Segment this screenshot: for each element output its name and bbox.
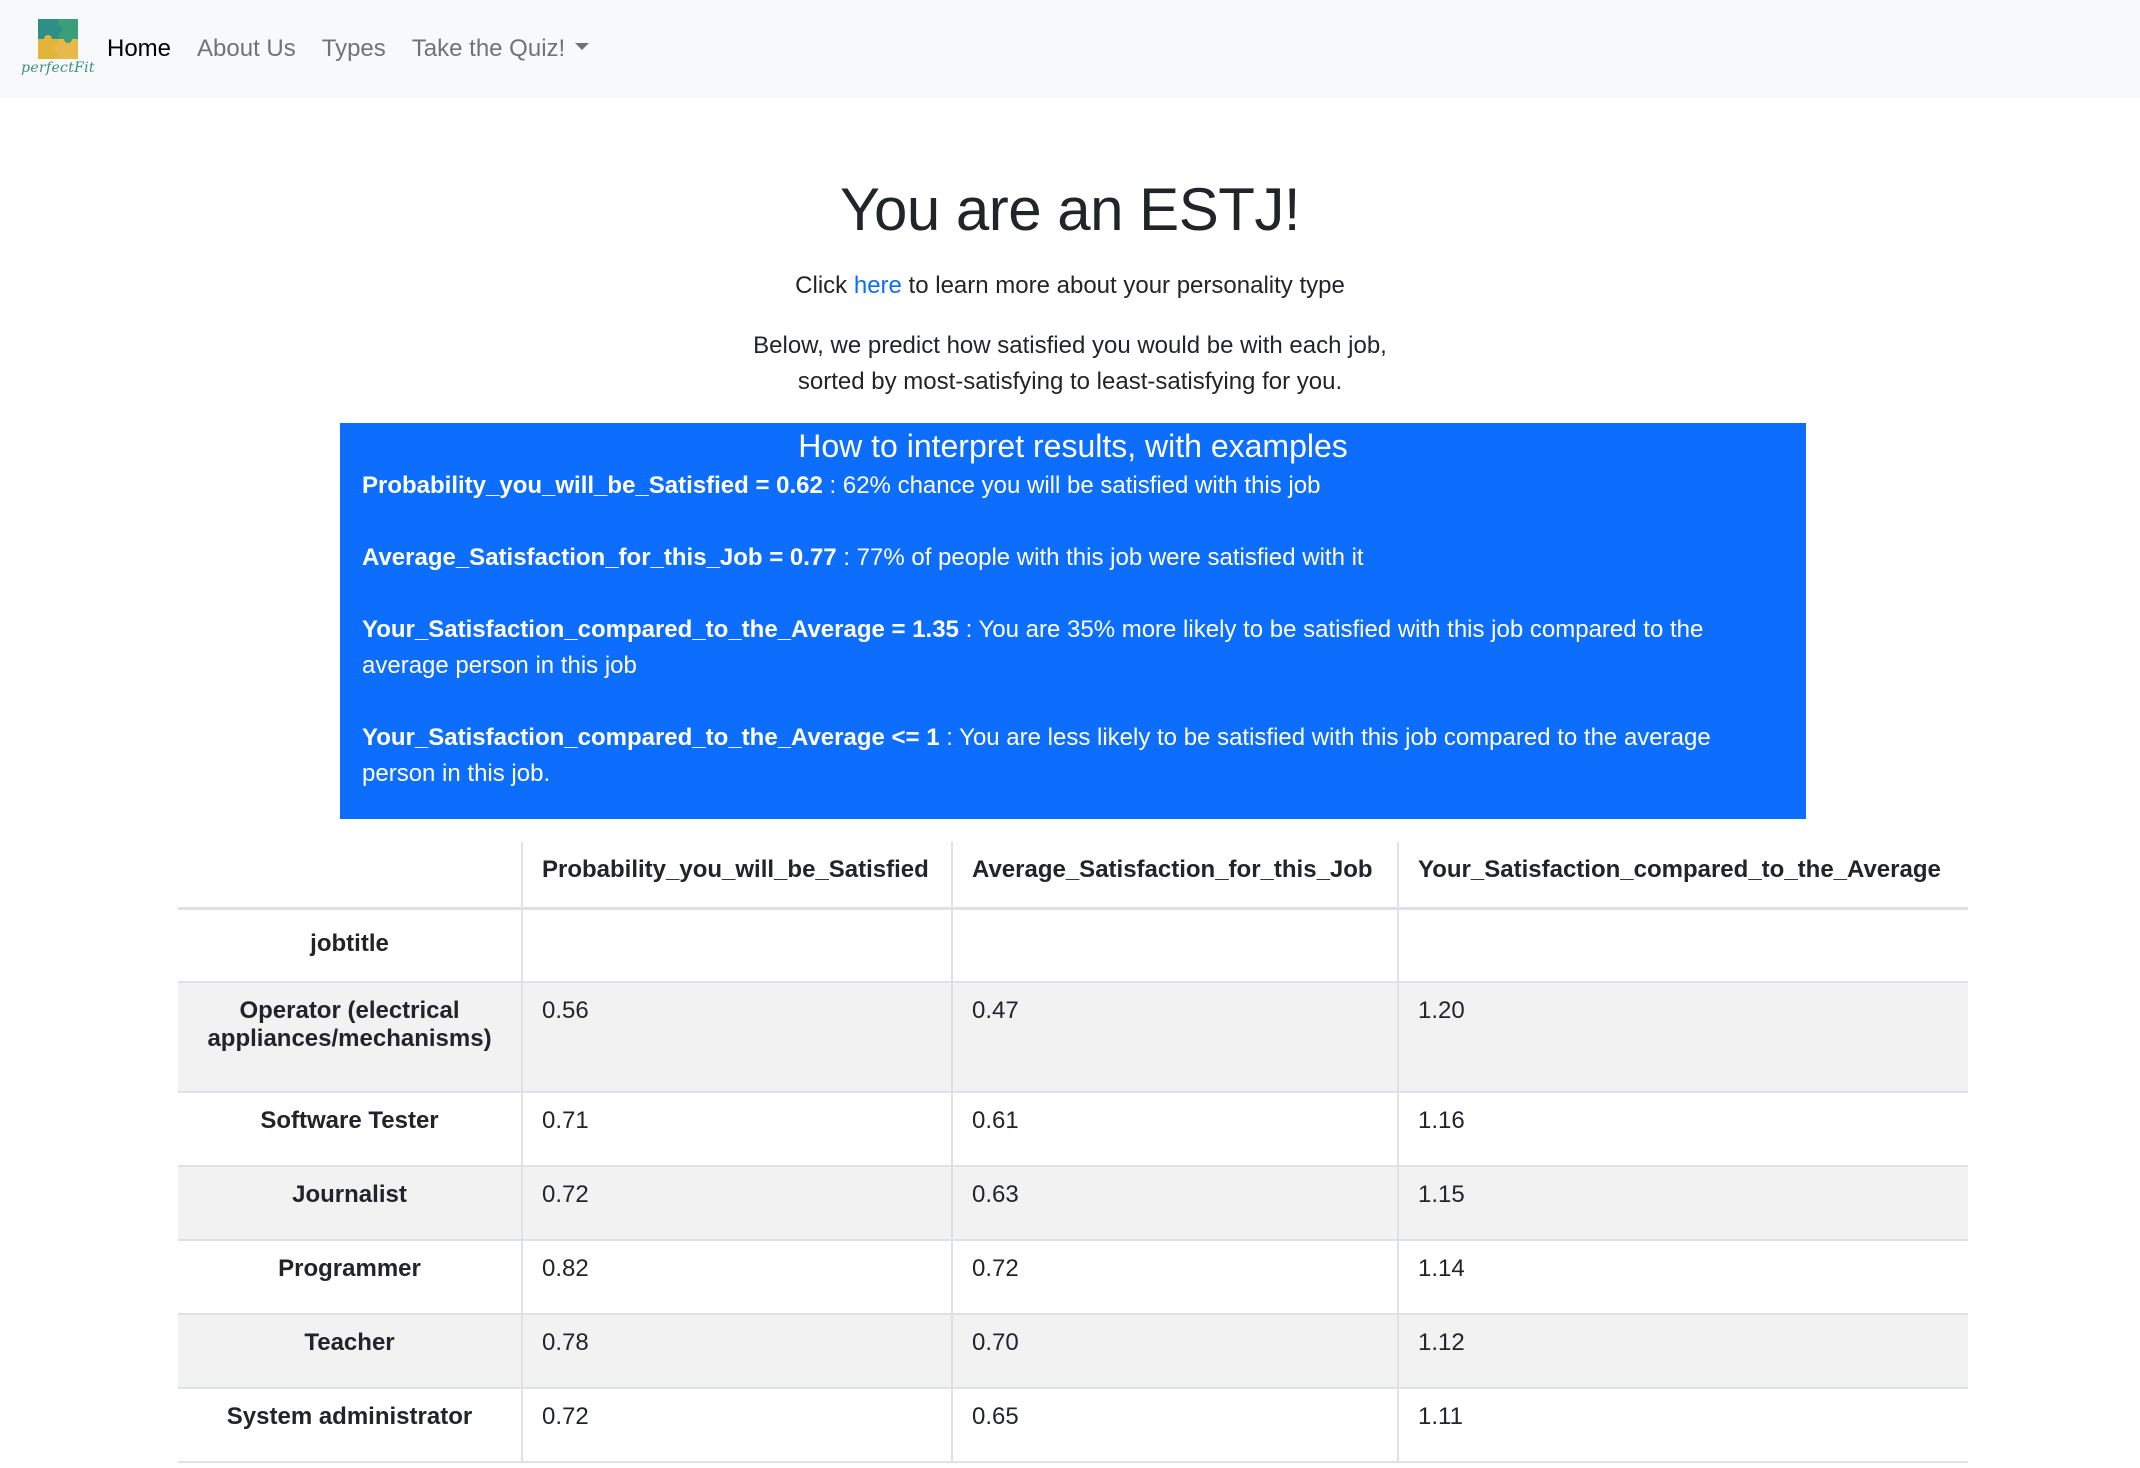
learn-more-suffix: to learn more about your personality typ… [901,272,1345,299]
table-cell: 1.14 [1397,1240,1968,1315]
interpretation-explanation: : 62% chance you will be satisfied with … [822,472,1321,499]
column-header: Average_Satisfaction_for_this_Job [951,842,1398,910]
empty-header-cell [1397,908,1968,983]
table-cell: 0.78 [521,1314,952,1389]
table-cell: 1.12 [1397,1314,1968,1389]
table-cell: 0.61 [951,1092,1398,1167]
row-job-title: Teacher [178,1314,522,1389]
caret-down-icon [575,43,590,50]
interpretation-heading: How to interpret results, with examples [798,428,1348,464]
row-job-title: Software Tester [178,1092,522,1167]
table-cell: 0.71 [521,1092,952,1167]
nav-about-us[interactable]: About Us [197,34,296,64]
table-header-row: Probability_you_will_be_Satisfied Averag… [178,842,1968,910]
interpretation-term: Average_Satisfaction_for_this_Job = 0.77 [362,544,837,571]
interpretation-item: Average_Satisfaction_for_this_Job = 0.77… [362,540,1784,576]
row-job-title: Operator (electrical appliances/mechanis… [178,982,522,1093]
column-header: Probability_you_will_be_Satisfied [521,842,952,910]
interpretation-term: Probability_you_will_be_Satisfied = 0.62 [362,472,823,499]
nav-home[interactable]: Home [107,34,171,64]
table-row: Journalist 0.72 0.63 1.15 [178,1166,1968,1241]
interpretation-term: Your_Satisfaction_compared_to_the_Averag… [362,616,959,643]
interpretation-item: Probability_you_will_be_Satisfied = 0.62… [362,468,1784,504]
table-cell: 0.70 [951,1314,1398,1389]
column-header: Your_Satisfaction_compared_to_the_Averag… [1397,842,1968,910]
brand-logo[interactable]: perfectFit [21,19,95,79]
interpretation-box: How to interpret results, with examples … [340,423,1806,819]
table-cell: 1.15 [1397,1166,1968,1241]
index-label: jobtitle [178,908,522,983]
page-title: You are an ESTJ! [839,176,1301,243]
learn-more-prefix: Click [795,272,854,299]
nav-take-the-quiz-dropdown[interactable]: Take the Quiz! [411,34,590,64]
table-row: Operator (electrical appliances/mechanis… [178,982,1968,1093]
table-row: Software Tester 0.71 0.61 1.16 [178,1092,1968,1167]
interpretation-item: Your_Satisfaction_compared_to_the_Averag… [362,612,1784,684]
table-row: Programmer 0.82 0.72 1.14 [178,1240,1968,1315]
results-table: Probability_you_will_be_Satisfied Averag… [178,842,1968,1463]
table-corner-cell [178,842,522,910]
table-cell: 0.82 [521,1240,952,1315]
table-cell: 0.72 [521,1388,952,1463]
description-line-1: Below, we predict how satisfied you woul… [753,332,1387,359]
row-job-title: Journalist [178,1166,522,1241]
interpretation-item: Your_Satisfaction_compared_to_the_Averag… [362,720,1784,792]
table-cell: 0.72 [951,1240,1398,1315]
table-cell: 0.56 [521,982,952,1093]
row-job-title: System administrator [178,1388,522,1463]
description-line-2: sorted by most-satisfying to least-satis… [797,368,1343,395]
table-cell: 0.72 [521,1166,952,1241]
table-cell: 0.65 [951,1388,1398,1463]
table-row: System administrator 0.72 0.65 1.11 [178,1388,1968,1463]
nav-types[interactable]: Types [322,34,386,64]
table-cell: 1.11 [1397,1388,1968,1463]
empty-header-cell [951,908,1398,983]
puzzle-logo-icon [38,19,78,59]
empty-header-cell [521,908,952,983]
learn-more-link[interactable]: here [854,272,902,299]
navbar: perfectFit Home About Us Types Take the … [0,0,2140,98]
table-cell: 1.20 [1397,982,1968,1093]
description-text: Below, we predict how satisfied you woul… [0,328,2140,400]
nav-take-the-quiz-label: Take the Quiz! [411,35,566,62]
learn-more-text: Click here to learn more about your pers… [0,268,2140,304]
interpretation-explanation: : 77% of people with this job were satis… [836,544,1364,571]
interpretation-term: Your_Satisfaction_compared_to_the_Averag… [362,724,940,751]
table-cell: 0.47 [951,982,1398,1093]
table-row: Teacher 0.78 0.70 1.12 [178,1314,1968,1389]
table-cell: 1.16 [1397,1092,1968,1167]
row-job-title: Programmer [178,1240,522,1315]
index-label-row: jobtitle [178,908,1968,983]
table-cell: 0.63 [951,1166,1398,1241]
brand-logo-text: perfectFit [21,60,95,76]
